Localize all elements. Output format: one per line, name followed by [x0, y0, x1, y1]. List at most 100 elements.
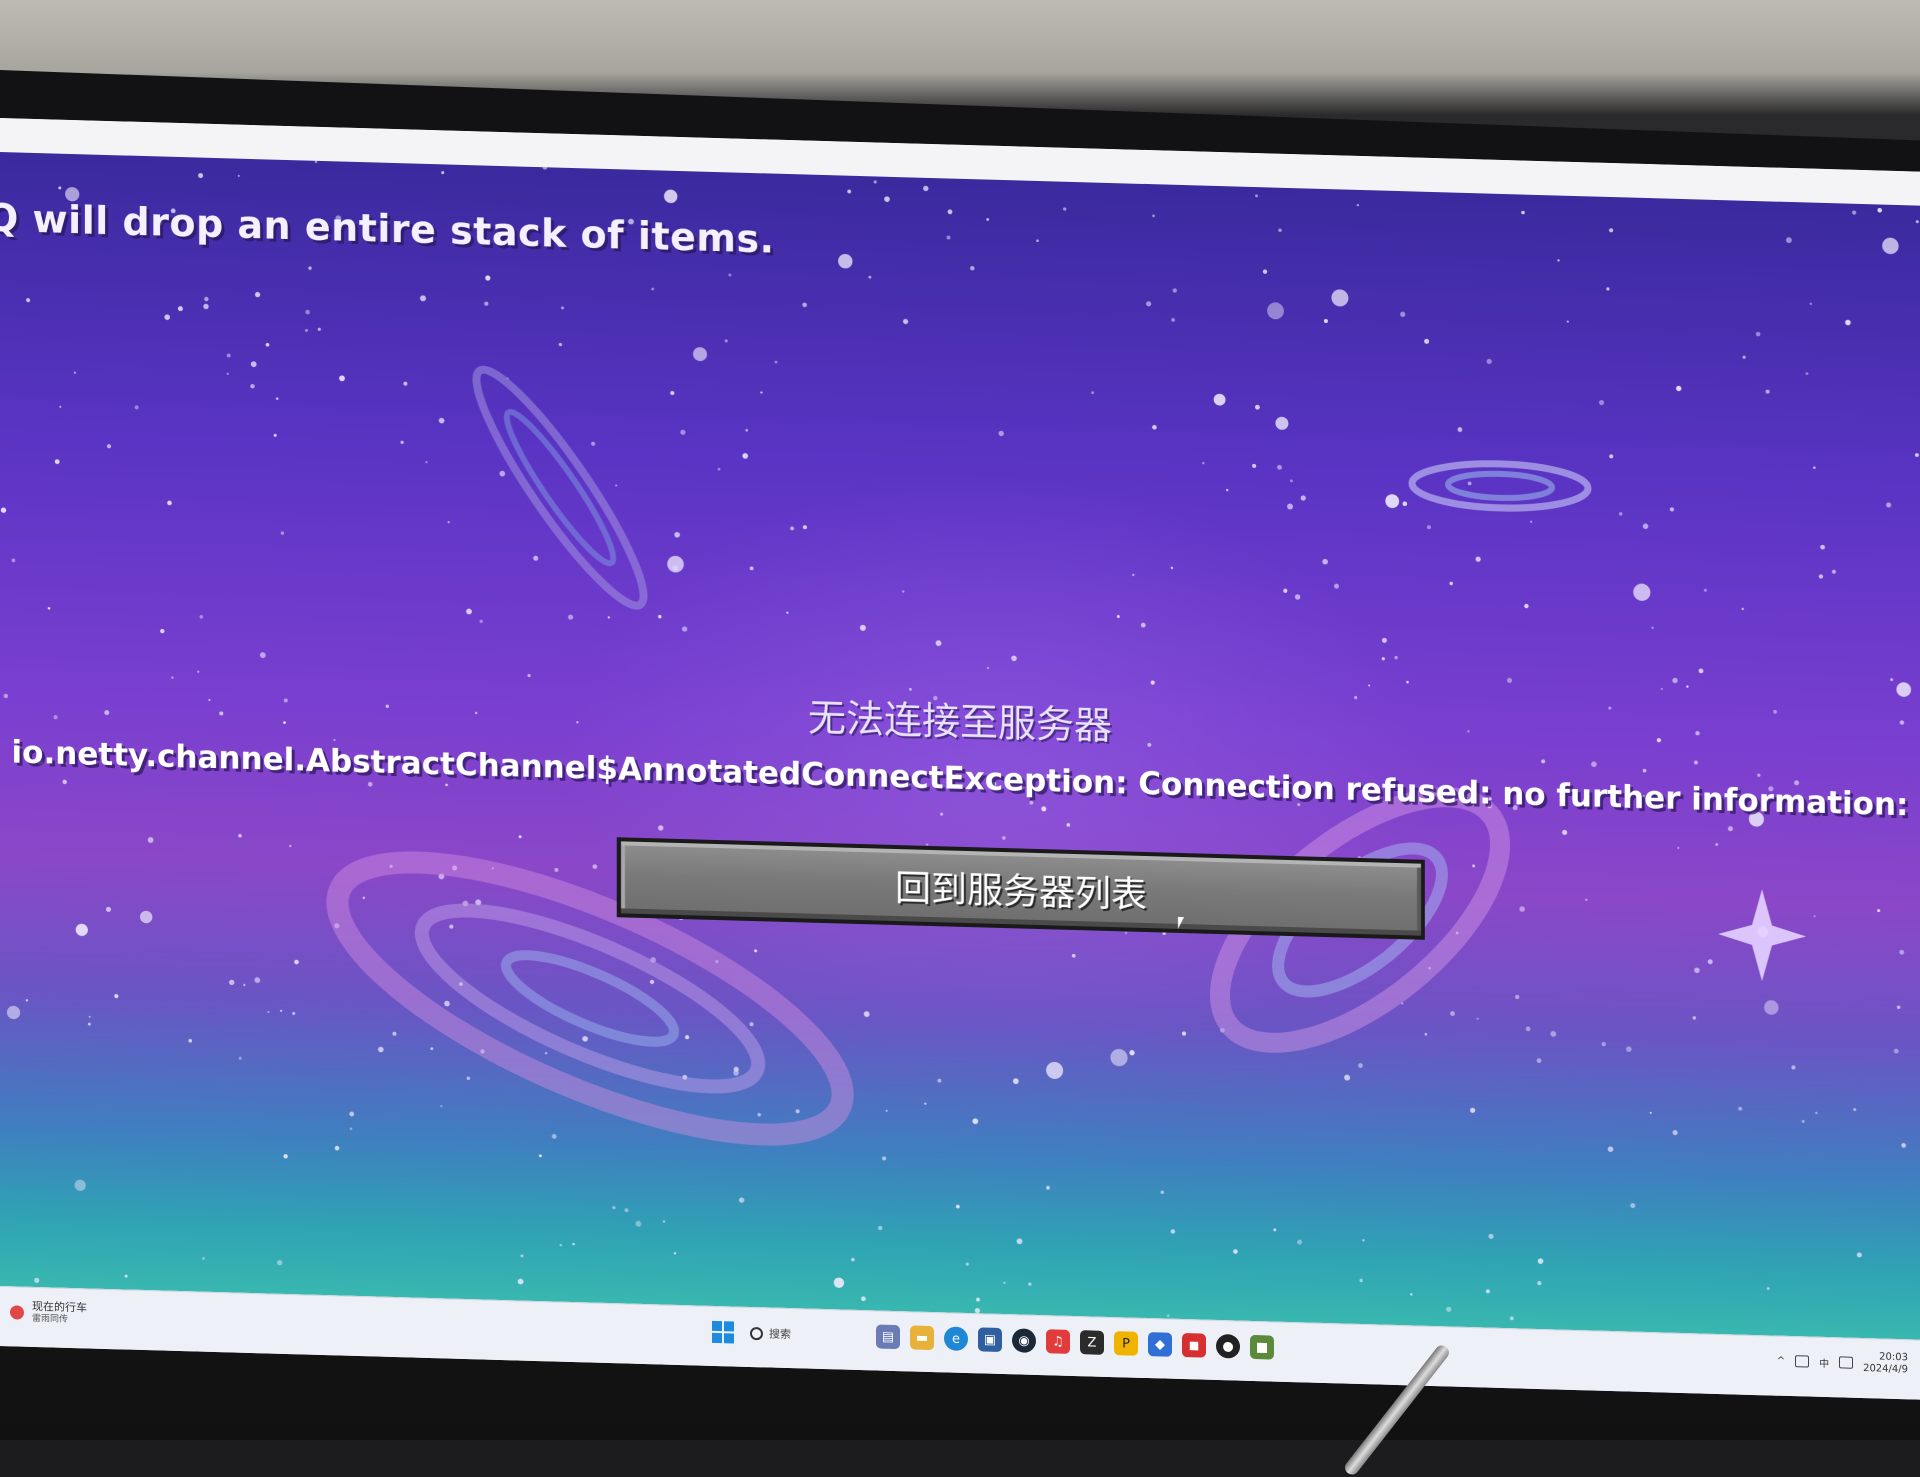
clock[interactable]: 20:03 2024/4/9: [1863, 1351, 1908, 1376]
app-z-icon[interactable]: Z: [1080, 1330, 1104, 1355]
star-dot: [277, 1259, 283, 1266]
edge-icon[interactable]: e: [944, 1326, 968, 1352]
star-dot: [1813, 466, 1816, 469]
minecraft-icon[interactable]: ■: [1250, 1334, 1274, 1360]
tray-expand-icon[interactable]: ^: [1777, 1355, 1785, 1366]
star-dot: [1813, 915, 1816, 918]
star-dot: [947, 209, 953, 215]
star-dot: [902, 590, 905, 593]
steam-icon[interactable]: ◉: [1012, 1328, 1036, 1353]
star-dot: [1029, 800, 1034, 805]
star-dot: [923, 185, 929, 192]
star-dot: [685, 1035, 690, 1040]
star-dot: [54, 459, 60, 465]
netease-music-icon[interactable]: ♫: [1046, 1329, 1070, 1354]
star-dot: [1619, 512, 1623, 516]
star-dot: [265, 342, 270, 347]
star-dot: [1331, 289, 1349, 307]
star-dot: [1166, 1314, 1170, 1318]
star-dot: [1607, 1146, 1614, 1152]
weather-icon: [10, 1305, 24, 1320]
volume-icon[interactable]: [1839, 1356, 1854, 1369]
weather-widget[interactable]: 现在的行车 雷雨同传: [10, 1299, 87, 1327]
star-dot: [1550, 1030, 1557, 1037]
star-dot: [237, 174, 240, 177]
star-dot: [317, 327, 321, 331]
star-dot: [1402, 501, 1408, 507]
star-dot: [1598, 399, 1605, 406]
star-dot: [1755, 331, 1761, 337]
star-dot: [1002, 836, 1006, 840]
star-dot: [1091, 391, 1094, 395]
star-dot: [1278, 228, 1282, 233]
star-dot: [1485, 1289, 1490, 1294]
star-dot: [1915, 220, 1919, 224]
star-dot: [1255, 404, 1260, 410]
windows-start-icon[interactable]: [712, 1320, 734, 1344]
star-dot: [425, 461, 428, 464]
star-dot: [1742, 355, 1746, 359]
star-dot: [1692, 1016, 1697, 1020]
star-dot: [485, 275, 491, 281]
star-dot: [1488, 1233, 1494, 1239]
star-dot: [292, 1011, 296, 1015]
star-dot: [1519, 906, 1525, 912]
folder-icon[interactable]: ▬: [910, 1325, 934, 1351]
star-dot: [378, 1046, 384, 1053]
star-dot: [134, 405, 139, 410]
star-dot: [1557, 259, 1560, 262]
star-dot: [1172, 288, 1178, 293]
qq-icon[interactable]: ●: [1216, 1333, 1240, 1359]
search-label: 搜索: [769, 1327, 791, 1342]
star-dot: [1845, 319, 1851, 326]
star-dot: [250, 384, 255, 389]
ime-indicator-icon[interactable]: 中: [1819, 1354, 1829, 1369]
star-dot: [1524, 603, 1529, 609]
star-dot: [1181, 1031, 1187, 1036]
star-dot: [6, 1005, 21, 1020]
star-dot: [26, 298, 31, 303]
star-dot: [1385, 494, 1400, 509]
star-dot: [1805, 372, 1809, 375]
app-red-icon[interactable]: ◼: [1182, 1333, 1206, 1358]
star-dot: [680, 429, 686, 435]
star-dot: [1110, 1048, 1128, 1067]
star-dot: [1642, 523, 1649, 530]
star-dot: [1132, 573, 1135, 577]
star-dot: [140, 910, 153, 924]
star-dot: [998, 430, 1004, 437]
app-p-icon[interactable]: P: [1114, 1331, 1138, 1356]
star-dot: [243, 983, 246, 987]
star-dot: [1809, 302, 1813, 306]
star-dot: [517, 1278, 524, 1285]
star-dot: [544, 1051, 548, 1055]
file-explorer-icon[interactable]: ▤: [876, 1324, 900, 1350]
star-dot: [1294, 594, 1301, 600]
clock-date: 2024/4/9: [1863, 1363, 1908, 1376]
star-dot: [674, 532, 680, 538]
star-dot: [635, 1220, 642, 1227]
star-dot: [438, 417, 445, 424]
app-blue-icon[interactable]: ◆: [1148, 1332, 1172, 1357]
star-dot: [1509, 1316, 1514, 1321]
star-dot: [1856, 1252, 1862, 1258]
star-dot: [838, 254, 853, 269]
star-dot: [254, 977, 261, 983]
star-dot: [1704, 588, 1707, 592]
star-dot: [1323, 319, 1328, 324]
star-dot: [760, 391, 763, 394]
network-icon[interactable]: [1795, 1355, 1810, 1368]
star-dot: [1275, 416, 1289, 430]
star-dot: [1536, 1058, 1542, 1064]
star-dot: [1011, 655, 1017, 662]
star-dot: [1290, 479, 1293, 483]
star-dot: [745, 428, 749, 432]
star-dot: [1642, 768, 1647, 773]
star-dot: [518, 835, 522, 839]
star-dot: [833, 1277, 845, 1288]
star-dot: [592, 864, 598, 869]
store-icon[interactable]: ▣: [978, 1327, 1002, 1352]
star-dot: [527, 673, 531, 678]
star-dot: [873, 180, 877, 184]
taskbar-search-box[interactable]: 搜索: [744, 1320, 866, 1349]
